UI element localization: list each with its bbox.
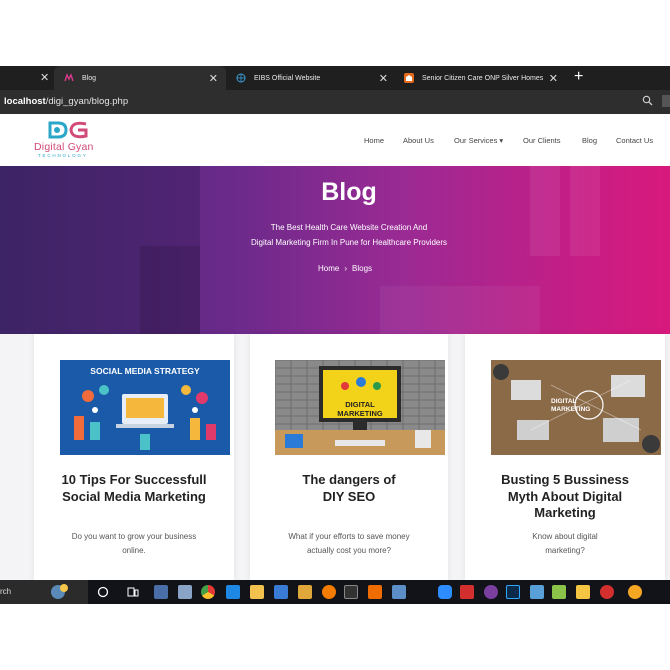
url-path: /digi_gyan/blog.php	[45, 96, 129, 107]
nav-blog[interactable]: Blog	[582, 136, 597, 145]
zoom-app-icon[interactable]	[438, 585, 452, 599]
blog-card-excerpt: Do you want to grow your business online…	[71, 532, 197, 555]
hero-sofa-shape	[380, 286, 540, 334]
xampp-icon[interactable]	[368, 585, 382, 599]
close-tab-icon[interactable]: ✕	[40, 71, 49, 84]
firefox-icon[interactable]	[322, 585, 336, 599]
blog-card-excerpt: What if your efforts to save money actua…	[288, 532, 410, 555]
blog-card-title[interactable]: The dangers of DIY SEO	[250, 472, 448, 505]
blog-card-title[interactable]: 10 Tips For Successfull Social Media Mar…	[34, 472, 234, 505]
url-host: localhost	[4, 96, 46, 107]
breadcrumb-home-link[interactable]: Home	[318, 264, 339, 273]
chevron-right-icon: ›	[344, 264, 348, 273]
extension-icon[interactable]	[662, 95, 670, 107]
task-view-icon[interactable]	[126, 585, 140, 599]
blog-card-title[interactable]: Busting 5 Bussiness Myth About Digital M…	[465, 472, 665, 522]
browser-tab-bar: ✕ Blog ✕ EIBS Official Website ✕ Senior …	[0, 66, 670, 90]
sticky-notes-icon[interactable]	[576, 585, 590, 599]
sublime-text-icon[interactable]	[298, 585, 312, 599]
search-highlight-icon	[51, 584, 68, 599]
hero-subtitle-line-1: The Best Health Care Website Creation An…	[270, 223, 428, 232]
close-tab-icon[interactable]: ✕	[549, 72, 558, 85]
vscode-icon[interactable]	[226, 585, 240, 599]
tab-label: EIBS Official Website	[254, 74, 321, 82]
tab-eibs[interactable]: EIBS Official Website ✕	[228, 66, 394, 90]
app-icon[interactable]	[178, 585, 192, 599]
app-icon[interactable]	[392, 585, 406, 599]
breadcrumb: Home › Blogs	[318, 264, 372, 273]
close-tab-icon[interactable]: ✕	[209, 72, 218, 85]
photoshop-icon[interactable]	[506, 585, 520, 599]
nav-home[interactable]: Home	[364, 136, 384, 145]
nav-about-us[interactable]: About Us	[403, 136, 434, 145]
hero-plant-shape	[140, 246, 200, 334]
page-title: Blog	[321, 178, 377, 206]
blog-card[interactable]: DIGITAL MARKETING Busting 5 Bussiness My…	[465, 334, 665, 580]
terminal-icon[interactable]	[344, 585, 358, 599]
file-explorer-icon[interactable]	[250, 585, 264, 599]
tab-label: Blog	[82, 74, 97, 82]
task-view-circle-icon[interactable]	[96, 585, 110, 599]
blog-card-excerpt: Know about digital marketing?	[532, 532, 598, 555]
hero-subtitle-line-2: Digital Marketing Firm In Pune for Healt…	[250, 238, 448, 247]
image-heading: DIGITAL MARKETING	[337, 400, 383, 418]
url-text[interactable]: localhost/digi_gyan/blog.php	[4, 96, 128, 107]
app-icon[interactable]	[484, 585, 498, 599]
photos-icon[interactable]	[274, 585, 288, 599]
image-heading: DIGITAL MARKETING	[551, 398, 591, 413]
home-favicon-icon	[404, 73, 414, 83]
taskbar-search-text: rch	[0, 587, 12, 596]
windows-taskbar: rch	[0, 580, 670, 604]
app-icon[interactable]	[552, 585, 566, 599]
breadcrumb-current: Blogs	[352, 264, 373, 273]
social-media-illustration	[74, 385, 216, 450]
screenshot-frame: ✕ Blog ✕ EIBS Official Website ✕ Senior …	[0, 0, 670, 670]
tab-label: Senior Citizen Care ONP Silver Homes	[422, 74, 544, 82]
nav-our-services[interactable]: Our Services ▾	[454, 136, 503, 145]
acrobat-icon[interactable]	[460, 585, 474, 599]
nav-our-clients[interactable]: Our Clients	[523, 136, 561, 145]
tab-senior-citizen[interactable]: Senior Citizen Care ONP Silver Homes ✕	[398, 66, 566, 90]
globe-favicon-icon	[236, 73, 246, 83]
zoom-icon[interactable]	[642, 95, 653, 109]
close-tab-icon[interactable]: ✕	[379, 72, 388, 85]
calculator-icon[interactable]	[154, 585, 168, 599]
app-icon[interactable]	[530, 585, 544, 599]
blog-card-image[interactable]: DIGITAL MARKETING	[275, 360, 445, 455]
blog-favicon-icon	[64, 73, 74, 83]
tab-blog[interactable]: Blog ✕	[54, 66, 226, 90]
weather-icon[interactable]	[628, 585, 642, 599]
site-header: Digital Gyan TECHNOLOGY Home About Us Ou…	[0, 114, 670, 166]
nav-contact-us[interactable]: Contact Us	[616, 136, 653, 145]
blog-card-image[interactable]: SOCIAL MEDIA STRATEGY	[60, 360, 230, 455]
blog-list: SOCIAL MEDIA STRATEGY 10 Tips For Succes…	[0, 334, 670, 580]
blog-card[interactable]: DIGITAL MARKETING The dangers of DIY SEO…	[250, 334, 448, 580]
blog-card-image[interactable]: DIGITAL MARKETING	[491, 360, 661, 455]
taskbar-search-box[interactable]: rch	[0, 580, 88, 604]
new-tab-button[interactable]: +	[574, 68, 583, 86]
logo-subtext: TECHNOLOGY	[38, 153, 88, 158]
hero-banner: Blog The Best Health Care Website Creati…	[0, 166, 670, 334]
blog-card[interactable]: SOCIAL MEDIA STRATEGY 10 Tips For Succes…	[34, 334, 234, 580]
main-nav: Home About Us Our Services ▾ Our Clients…	[0, 136, 670, 148]
record-icon[interactable]	[600, 585, 614, 599]
chrome-icon[interactable]	[201, 585, 215, 599]
address-bar[interactable]: localhost/digi_gyan/blog.php	[0, 90, 670, 114]
